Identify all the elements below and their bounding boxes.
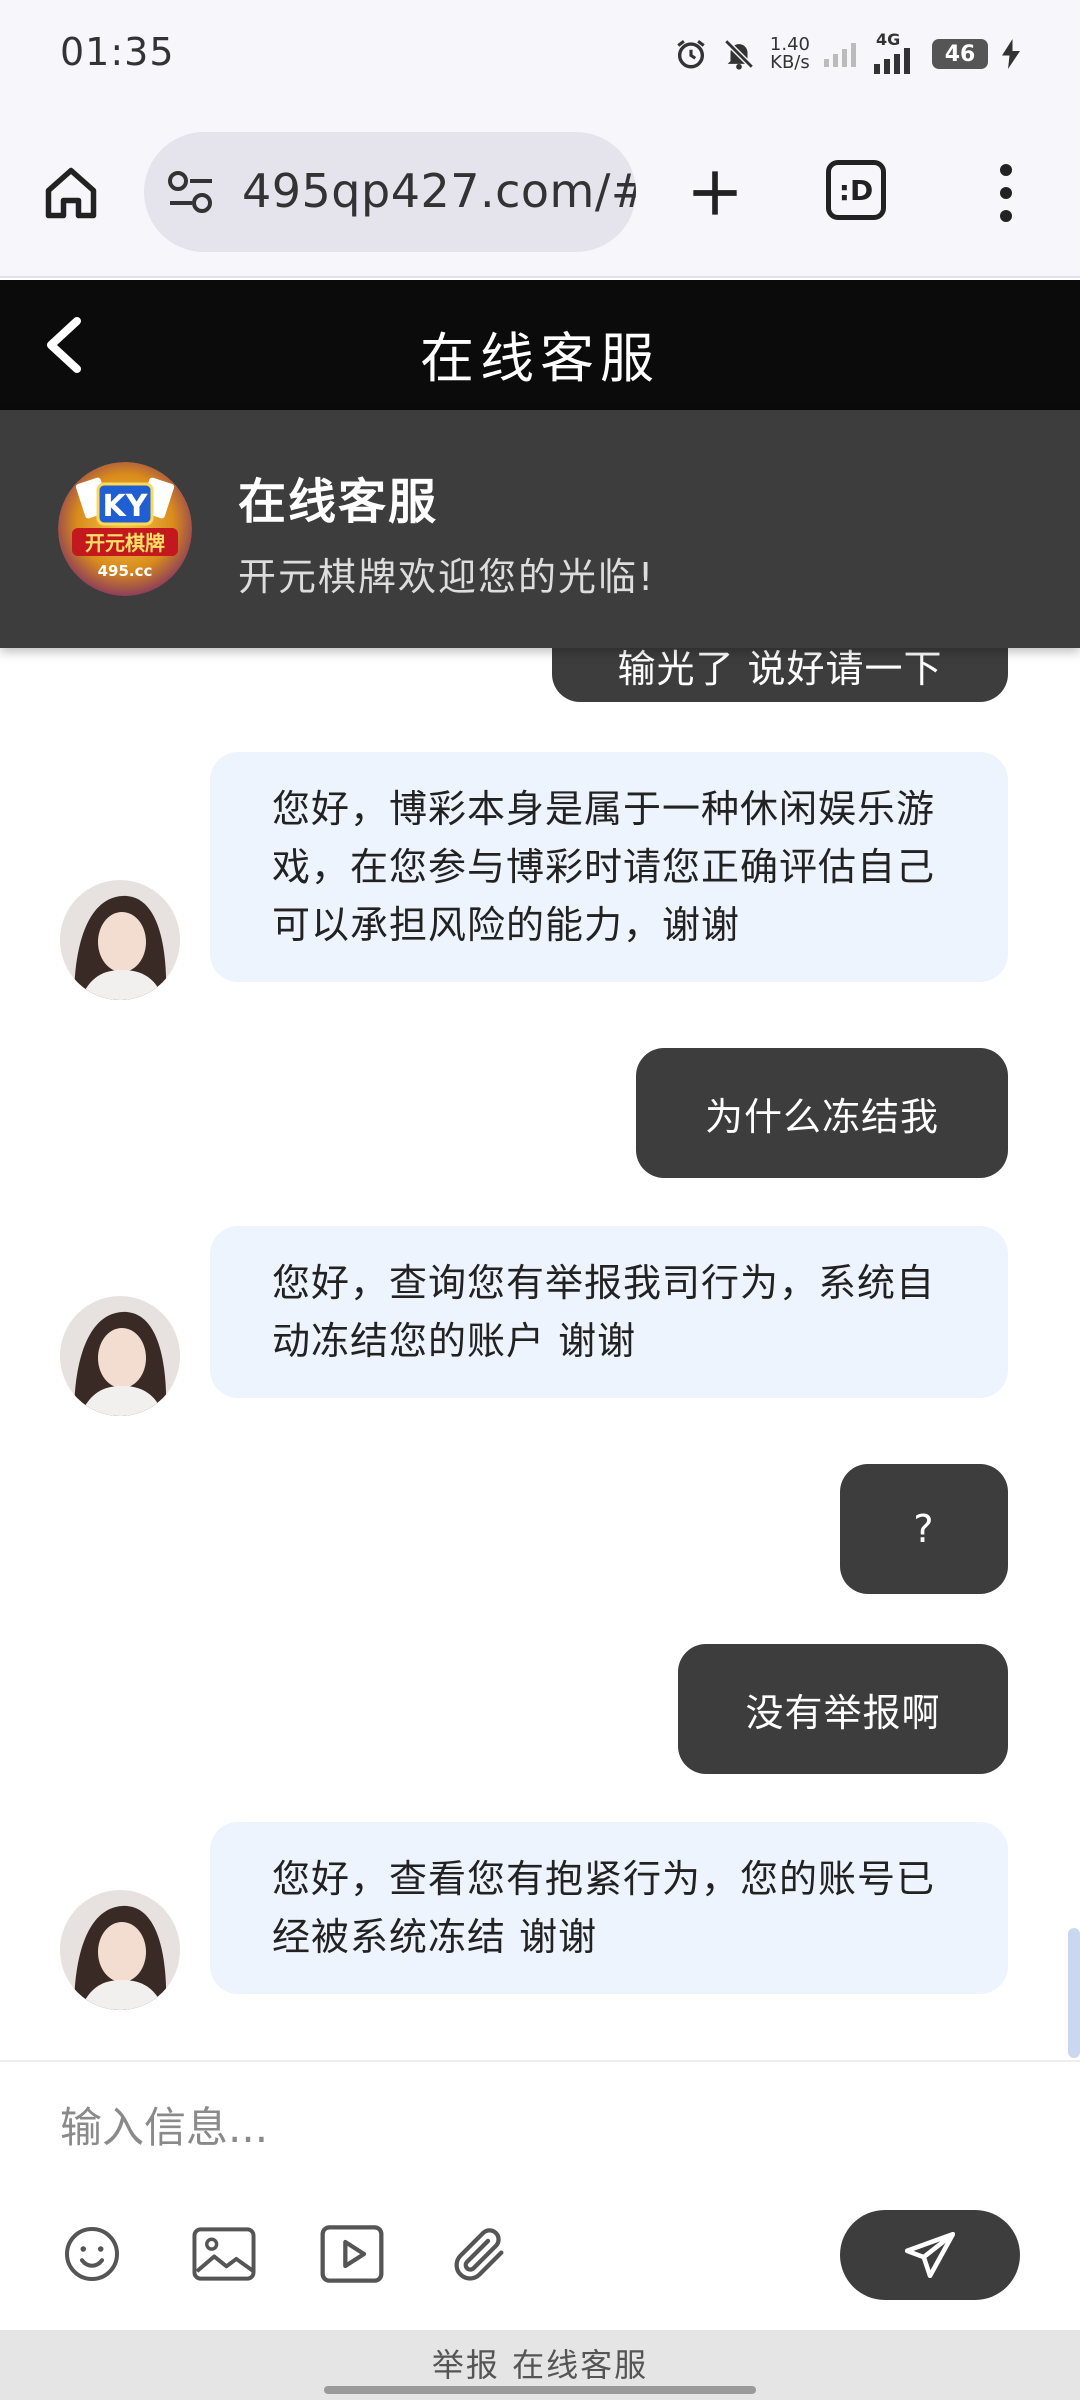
chat-header: 在线客服 (0, 280, 1080, 410)
message-bubble-user: 输光了 说好请一下 (552, 648, 1008, 702)
message-text: 为什么冻结我 (704, 1094, 939, 1139)
scrollbar[interactable] (1068, 1928, 1080, 2058)
site-settings-icon[interactable] (166, 170, 216, 214)
agent-avatar (60, 880, 180, 1000)
video-button[interactable] (320, 2222, 384, 2286)
mute-bell-icon (724, 39, 754, 70)
new-tab-button[interactable] (680, 158, 750, 228)
charging-icon (1002, 39, 1020, 69)
gesture-bar[interactable] (324, 2386, 756, 2394)
plus-icon (693, 171, 737, 215)
tab-switcher-button[interactable]: :D (826, 160, 886, 220)
message-bubble-agent: 您好，查看您有抱紧行为，您的账号已经被系统冻结 谢谢 (210, 1822, 1008, 1994)
agent-avatar (60, 1296, 180, 1416)
menu-dot (1000, 210, 1012, 222)
home-button[interactable] (36, 158, 106, 228)
attachment-button[interactable] (448, 2222, 512, 2286)
net-speed: 1.40 KB/s (770, 36, 810, 72)
menu-dot (1000, 187, 1012, 199)
emoji-icon (65, 2227, 119, 2281)
agent-avatar (60, 1890, 180, 2010)
message-text: 您好，查询您有举报我司行为，系统自动冻结您的账户 谢谢 (272, 1261, 936, 1363)
status-time: 01:35 (60, 30, 175, 74)
image-button[interactable] (192, 2222, 256, 2286)
emoji-button[interactable] (60, 2222, 124, 2286)
message-text: ? (913, 1507, 935, 1551)
message-bubble-user: 没有举报啊 (678, 1644, 1008, 1774)
signal-icon-sim1 (824, 43, 856, 67)
banner-title: 在线客服 (238, 474, 439, 530)
status-icons: 1.40 KB/s 4G 46 (674, 30, 1020, 76)
home-icon (45, 167, 97, 219)
logo-name: 开元棋牌 (85, 531, 165, 555)
message-bubble-user: 为什么冻结我 (636, 1048, 1008, 1178)
message-list[interactable]: 输光了 说好请一下 您好，博彩本身是属于一种休闲娱乐游戏，在您参与博彩时请您正确… (0, 648, 1080, 2060)
banner-subtitle: 开元棋牌欢迎您的光临! (238, 555, 656, 599)
url-text: 495qp427.com/#/ (242, 164, 636, 218)
attachment-icon (454, 2228, 504, 2281)
service-banner: KY 开元棋牌 495.cc 在线客服 开元棋牌欢迎您的光临! (0, 410, 1080, 648)
net-speed-unit: KB/s (770, 52, 810, 73)
message-text: 输光了 说好请一下 (617, 648, 943, 691)
composer (0, 2060, 1080, 2330)
signal-icon-sim2: 4G (874, 30, 918, 74)
battery-indicator: 46 (932, 39, 988, 69)
browser-toolbar: 495qp427.com/#/ :D (0, 118, 1080, 278)
send-icon (905, 2232, 955, 2278)
logo-domain: 495.cc (98, 562, 153, 580)
message-bubble-agent: 您好，博彩本身是属于一种休闲娱乐游戏，在您参与博彩时请您正确评估自己可以承担风险… (210, 752, 1008, 982)
image-icon (192, 2227, 256, 2281)
message-bubble-user: ? (840, 1464, 1008, 1594)
page-title: 在线客服 (420, 327, 660, 390)
menu-dot (1000, 164, 1012, 176)
message-bubble-agent: 您好，查询您有举报我司行为，系统自动冻结您的账户 谢谢 (210, 1226, 1008, 1398)
send-button[interactable] (840, 2210, 1020, 2300)
video-icon (320, 2225, 384, 2283)
alarm-icon (677, 40, 705, 69)
message-text: 没有举报啊 (745, 1690, 941, 1735)
message-input[interactable] (60, 2082, 1020, 2172)
browser-menu-button[interactable] (976, 158, 1036, 228)
brand-logo: KY 开元棋牌 495.cc (58, 462, 192, 596)
status-bar: 01:35 1.40 KB/s 4G 46 (0, 0, 1080, 118)
message-text: 您好，博彩本身是属于一种休闲娱乐游戏，在您参与博彩时请您正确评估自己可以承担风险… (272, 787, 936, 947)
address-bar[interactable]: 495qp427.com/#/ (144, 132, 636, 252)
logo-mark: KY (103, 489, 149, 524)
message-text: 您好，查看您有抱紧行为，您的账号已经被系统冻结 谢谢 (272, 1857, 936, 1959)
network-type: 4G (876, 30, 901, 49)
